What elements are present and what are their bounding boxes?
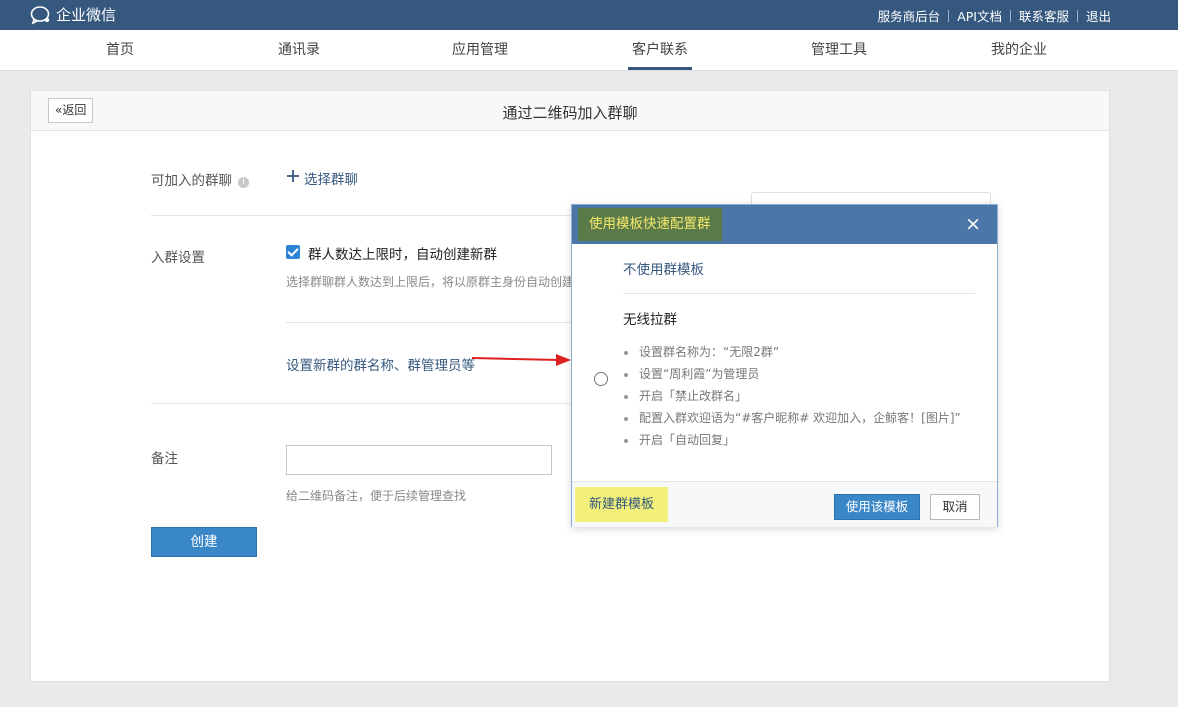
info-icon[interactable]: i xyxy=(238,177,249,188)
template-radio[interactable] xyxy=(594,372,608,386)
use-template-button[interactable]: 使用该模板 xyxy=(834,494,920,520)
page-title: 通过二维码加入群聊 xyxy=(502,104,638,122)
list-item: 开启「自动回复」 xyxy=(624,429,961,451)
no-template-option[interactable]: 不使用群模板 xyxy=(623,258,704,278)
group-label-text: 可加入的群聊 xyxy=(151,173,232,189)
group-label: 可加入的群聊 i xyxy=(151,169,249,189)
nav-customer-contact[interactable]: 客户联系 xyxy=(628,30,692,70)
template-name: 无线拉群 xyxy=(623,312,677,328)
vendor-console-link[interactable]: 服务商后台 xyxy=(878,6,941,25)
list-item: 设置群名称为：“无限2群” xyxy=(624,341,961,363)
select-group-label: 选择群聊 xyxy=(304,172,358,188)
auto-create-label: 群人数达上限时，自动创建新群 xyxy=(308,247,497,263)
logout-link[interactable]: 退出 xyxy=(1086,6,1111,25)
list-item: 开启「禁止改群名」 xyxy=(624,385,961,407)
red-arrow-annotation xyxy=(471,354,571,366)
nav-management-tools[interactable]: 管理工具 xyxy=(811,30,867,70)
template-dialog: 使用模板快速配置群 × 不使用群模板 无线拉群 设置群名称为：“无限2群” 设置… xyxy=(571,204,998,527)
divider xyxy=(1076,9,1078,22)
divider xyxy=(948,9,950,22)
remark-hint: 给二维码备注，便于后续管理查找 xyxy=(286,489,467,503)
divider xyxy=(623,293,975,294)
join-settings-label: 入群设置 xyxy=(151,250,205,266)
logo-text: 企业微信 xyxy=(56,6,117,24)
plus-icon xyxy=(286,169,300,187)
nav-my-enterprise[interactable]: 我的企业 xyxy=(991,30,1047,70)
api-docs-link[interactable]: API文档 xyxy=(957,6,1002,25)
list-item: 设置“周利霞”为管理员 xyxy=(624,363,961,385)
close-icon[interactable]: × xyxy=(965,214,981,234)
dialog-footer: 新建群模板 使用该模板 取消 xyxy=(572,481,997,527)
top-links: 服务商后台 API文档 联系客服 退出 xyxy=(878,6,1111,25)
panel-header: «返回 通过二维码加入群聊 xyxy=(31,91,1109,131)
dialog-header: 使用模板快速配置群 × xyxy=(572,205,997,244)
remark-label: 备注 xyxy=(151,451,178,467)
contact-support-link[interactable]: 联系客服 xyxy=(1019,6,1069,25)
dialog-body: 不使用群模板 无线拉群 设置群名称为：“无限2群” 设置“周利霞”为管理员 开启… xyxy=(572,244,997,481)
select-group-button[interactable]: 选择群聊 xyxy=(286,168,358,188)
wecom-logo-icon xyxy=(30,5,52,25)
nav-app-management[interactable]: 应用管理 xyxy=(452,30,508,70)
top-bar: 企业微信 服务商后台 API文档 联系客服 退出 xyxy=(0,0,1178,30)
remark-input[interactable] xyxy=(286,445,552,475)
template-details-list: 设置群名称为：“无限2群” 设置“周利霞”为管理员 开启「禁止改群名」 配置入群… xyxy=(624,341,961,451)
new-template-button[interactable]: 新建群模板 xyxy=(575,487,669,522)
logo[interactable]: 企业微信 xyxy=(30,4,116,25)
create-button[interactable]: 创建 xyxy=(151,527,257,557)
cancel-button[interactable]: 取消 xyxy=(930,494,980,520)
nav-home[interactable]: 首页 xyxy=(106,30,134,70)
list-item: 配置入群欢迎语为“#客户昵称# 欢迎加入，企鲸客！[图片]” xyxy=(624,407,961,429)
auto-create-hint: 选择群聊群人数达到上限后，将以原群主身份自动创建 xyxy=(286,275,575,289)
dialog-title: 使用模板快速配置群 xyxy=(578,208,722,241)
auto-create-checkbox[interactable] xyxy=(286,245,300,259)
main-nav: 首页 通讯录 应用管理 客户联系 管理工具 我的企业 xyxy=(0,30,1178,71)
new-group-settings-link[interactable]: 设置新群的群名称、群管理员等 xyxy=(286,354,475,374)
nav-contacts[interactable]: 通讯录 xyxy=(278,30,320,70)
divider xyxy=(1009,9,1011,22)
